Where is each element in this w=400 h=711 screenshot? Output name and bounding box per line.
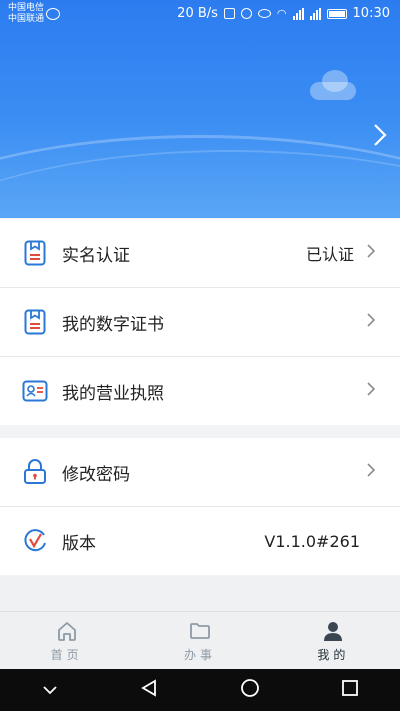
real-name-label: 实名认证 (62, 245, 130, 266)
back-icon[interactable] (140, 679, 158, 701)
menu-group-account: 实名认证 已认证 我的数字证书 我的营业执照 (0, 219, 400, 425)
home-icon (57, 621, 76, 641)
vibrate-icon (223, 8, 235, 19)
signal-icon (292, 7, 304, 20)
person-icon (324, 621, 343, 641)
version-icon (22, 528, 48, 554)
clock: 10:30 (352, 6, 390, 21)
tab-services[interactable]: 办事 (133, 612, 266, 670)
tab-home[interactable]: 首页 (0, 612, 133, 670)
version-label: 版本 (62, 533, 96, 554)
chevron-right-icon (362, 243, 380, 264)
real-name-row[interactable]: 实名认证 已认证 (0, 219, 400, 288)
business-license-label: 我的营业执照 (62, 383, 164, 404)
recents-icon[interactable] (341, 679, 359, 701)
network-speed: 20 B/s (177, 6, 218, 21)
lock-icon (22, 459, 48, 485)
id-card-icon (22, 240, 48, 266)
carrier-1: 中国电信 (8, 3, 45, 13)
tab-mine[interactable]: 我的 (267, 612, 400, 670)
version-row: 版本 V1.1.0#261 (0, 507, 400, 575)
digital-cert-label: 我的数字证书 (62, 314, 164, 335)
tab-mine-label: 我的 (317, 647, 350, 662)
business-license-row[interactable]: 我的营业执照 (0, 357, 400, 425)
tab-home-label: 首页 (50, 647, 83, 662)
tab-services-label: 办事 (183, 647, 216, 662)
change-password-label: 修改密码 (62, 464, 130, 485)
eye-icon (257, 9, 271, 18)
chevron-right-icon (362, 381, 380, 402)
chevron-right-icon (362, 462, 380, 483)
wechat-icon (46, 8, 60, 20)
carrier-info: 中国电信 中国联通 (8, 3, 44, 25)
real-name-status: 已认证 (305, 245, 354, 264)
profile-banner (0, 0, 400, 218)
status-bar: 中国电信 中国联通 20 B/s ◠ 10:30 (0, 0, 400, 28)
signal-icon (309, 7, 321, 20)
system-navigation-bar (0, 669, 400, 711)
change-password-row[interactable]: 修改密码 (0, 438, 400, 507)
certificate-icon (22, 309, 48, 335)
chevron-right-icon (362, 312, 380, 333)
chevron-right-icon[interactable] (370, 122, 390, 148)
folder-icon (190, 622, 210, 639)
license-icon (22, 378, 48, 404)
wifi-icon: ◠ (276, 7, 287, 20)
digital-cert-row[interactable]: 我的数字证书 (0, 288, 400, 357)
version-value: V1.1.0#261 (264, 531, 360, 551)
menu-group-settings: 修改密码 版本 V1.1.0#261 (0, 438, 400, 575)
bottom-tab-bar: 首页 办事 我的 (0, 611, 400, 670)
collapse-icon[interactable] (41, 681, 59, 700)
home-button-icon[interactable] (240, 678, 260, 702)
alarm-icon (240, 8, 252, 19)
carrier-2: 中国联通 (8, 14, 45, 24)
cloud-decoration (322, 70, 348, 92)
battery-icon (326, 8, 347, 19)
spacer (0, 576, 400, 611)
